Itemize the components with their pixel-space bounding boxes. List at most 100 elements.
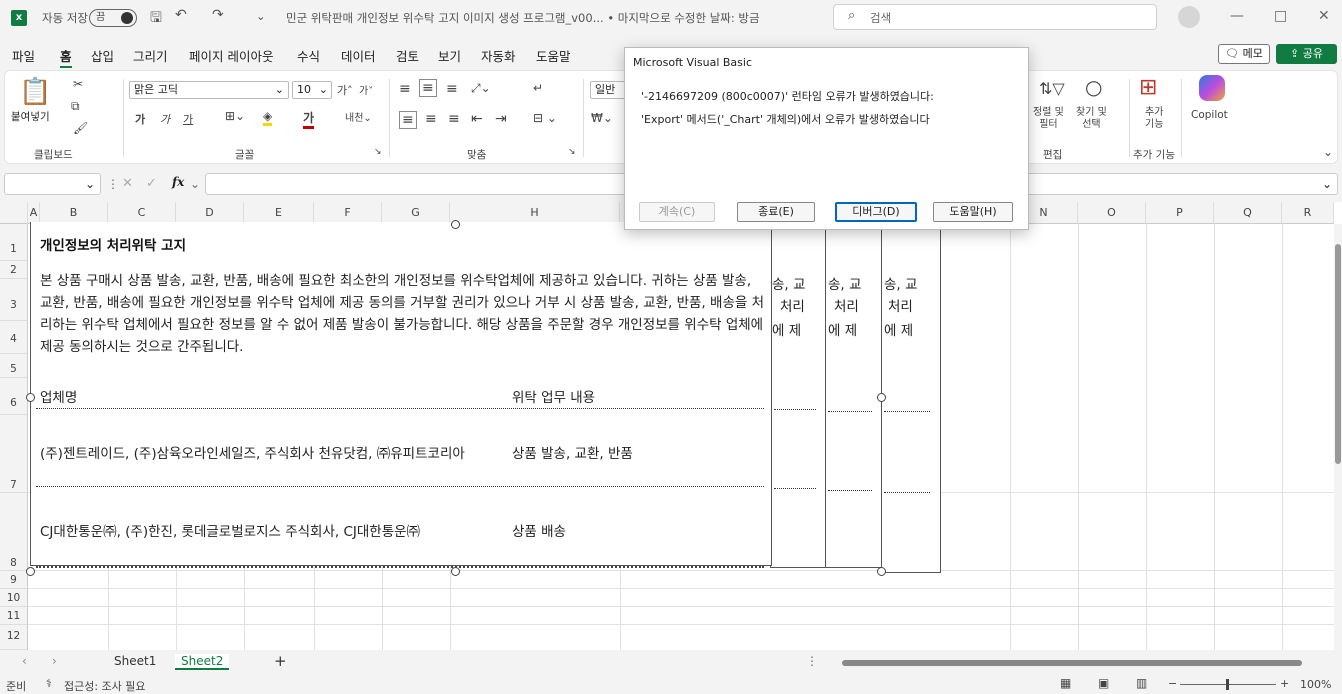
close-button[interactable]: ✕ xyxy=(1318,8,1330,24)
align-bottom-icon[interactable]: ≡ xyxy=(446,81,458,97)
copy-icon[interactable]: ⧉ xyxy=(71,99,80,114)
font-name-select[interactable]: 맑은 고딕 ⌄ xyxy=(129,81,289,99)
undo-icon[interactable]: ↶ xyxy=(175,7,187,23)
col-header-r[interactable]: R xyxy=(1282,202,1334,224)
align-top-icon[interactable]: ≡ xyxy=(399,81,411,97)
search-box[interactable]: ⌕ 검색 xyxy=(833,4,1157,30)
col-header-c[interactable]: C xyxy=(108,202,176,224)
copilot-button[interactable]: Copilot xyxy=(1191,109,1228,121)
resize-handle[interactable] xyxy=(451,567,460,576)
dialog-launcher-icon[interactable]: ↘ xyxy=(568,147,576,157)
col-header-e[interactable]: E xyxy=(244,202,314,224)
save-icon[interactable]: 🖫 xyxy=(150,7,162,31)
zoom-out-button[interactable]: − xyxy=(1168,677,1177,690)
col-header-g[interactable]: G xyxy=(382,202,450,224)
menu-formulas[interactable]: 수식 xyxy=(297,46,320,65)
enter-icon[interactable]: ✓ xyxy=(146,176,157,191)
row-header-6[interactable]: 6 xyxy=(0,378,28,415)
menu-review[interactable]: 검토 xyxy=(396,46,419,65)
avatar[interactable] xyxy=(1178,6,1200,28)
align-right-icon[interactable]: ≡ xyxy=(448,111,460,127)
fx-button[interactable]: fx xyxy=(172,175,184,189)
col-header-q[interactable]: Q xyxy=(1214,202,1282,224)
help-button[interactable]: 도움말(H) xyxy=(933,202,1013,222)
prev-sheet-icon[interactable]: ‹ xyxy=(22,654,27,668)
resize-handle[interactable] xyxy=(26,393,35,402)
addins-button[interactable]: 추가 기능 xyxy=(1145,107,1163,131)
merge-cells-icon[interactable]: ⊟ ⌄ xyxy=(533,111,557,125)
minimize-button[interactable]: — xyxy=(1230,8,1244,24)
horizontal-scrollbar[interactable] xyxy=(830,658,1326,668)
menu-data[interactable]: 데이터 xyxy=(341,46,376,65)
dialog-launcher-icon[interactable]: ↘ xyxy=(374,147,382,157)
currency-icon[interactable]: ₩⌄ xyxy=(591,111,613,125)
collapse-ribbon-icon[interactable]: ⌄ xyxy=(1323,145,1333,159)
memo-button[interactable]: 🗨 메모 xyxy=(1218,44,1270,64)
resize-handle[interactable] xyxy=(877,567,886,576)
scrollbar-thumb[interactable] xyxy=(842,660,1302,666)
zoom-in-button[interactable]: + xyxy=(1280,677,1289,690)
cut-icon[interactable]: ✂ xyxy=(73,77,83,91)
customize-qat-icon[interactable]: ⌄ xyxy=(256,9,266,23)
next-sheet-icon[interactable]: › xyxy=(52,654,57,668)
row-header-8[interactable]: 8 xyxy=(0,493,28,571)
page-break-view-icon[interactable]: ▥ xyxy=(1136,676,1147,690)
page-layout-view-icon[interactable]: ▣ xyxy=(1098,676,1109,690)
row-header-10[interactable]: 10 xyxy=(0,589,28,607)
col-header-h[interactable]: H xyxy=(450,202,620,224)
find-icon[interactable]: ○ xyxy=(1085,75,1102,99)
menu-automate[interactable]: 자동화 xyxy=(481,46,516,65)
orientation-icon[interactable]: ⤢⌄ xyxy=(471,81,491,96)
row-header-11[interactable]: 11 xyxy=(0,607,28,625)
cancel-icon[interactable]: ✕ xyxy=(122,176,133,191)
font-color-icon[interactable]: 가 xyxy=(303,109,315,129)
wrap-text-icon[interactable]: ↵ xyxy=(533,81,543,95)
chevron-down-icon[interactable]: ⌄ xyxy=(190,177,200,191)
find-select-button[interactable]: 찾기 및 선택 xyxy=(1076,107,1107,131)
addins-icon[interactable]: ⊞ xyxy=(1139,75,1157,100)
border-icon[interactable]: ⊞⌄ xyxy=(225,109,245,123)
col-header-b[interactable]: B xyxy=(40,202,108,224)
format-painter-icon[interactable]: 🖌 xyxy=(73,121,88,135)
col-header-o[interactable]: O xyxy=(1078,202,1146,224)
menu-file[interactable]: 파일 xyxy=(12,46,35,65)
align-middle-icon[interactable]: ≡ xyxy=(419,79,437,97)
row-header-9[interactable]: 9 xyxy=(0,571,28,589)
debug-button[interactable]: 디버그(D) xyxy=(835,202,917,222)
scrollbar-thumb[interactable] xyxy=(1335,244,1341,464)
row-header-1[interactable]: 1 xyxy=(0,224,28,261)
menu-insert[interactable]: 삽입 xyxy=(91,46,114,65)
increase-indent-icon[interactable]: ⇥ xyxy=(495,111,507,127)
menu-home[interactable]: 홈 xyxy=(60,46,72,68)
document-title[interactable]: 민군 위탁판매 개인정보 위수탁 고지 이미지 생성 프로그램_v00... •… xyxy=(286,10,760,26)
align-left-icon[interactable]: ≡ xyxy=(399,111,417,129)
menu-view[interactable]: 보기 xyxy=(438,46,461,65)
menu-help[interactable]: 도움말 xyxy=(536,46,571,65)
accessibility-status[interactable]: 접근성: 조사 필요 xyxy=(64,678,146,694)
maximize-button[interactable]: □ xyxy=(1274,8,1287,24)
decrease-indent-icon[interactable]: ⇤ xyxy=(471,111,483,127)
menu-page-layout[interactable]: 페이지 레이아웃 xyxy=(189,46,273,65)
number-format-select[interactable]: 일반 xyxy=(590,81,626,99)
copilot-icon[interactable] xyxy=(1199,75,1225,101)
zoom-slider[interactable] xyxy=(1180,679,1276,690)
grow-font-button[interactable]: 가˄ xyxy=(337,82,353,98)
phonetic-icon[interactable]: 내천⌄ xyxy=(345,109,372,124)
add-sheet-button[interactable]: + xyxy=(274,652,287,670)
row-header-4[interactable]: 4 xyxy=(0,321,28,354)
end-button[interactable]: 종료(E) xyxy=(737,202,815,222)
share-button[interactable]: ⇪ 공유 xyxy=(1276,44,1337,64)
col-header-p[interactable]: P xyxy=(1146,202,1214,224)
row-header-7[interactable]: 7 xyxy=(0,415,28,493)
align-center-icon[interactable]: ≡ xyxy=(425,111,437,127)
continue-button[interactable]: 계속(C) xyxy=(639,202,715,222)
zoom-slider-thumb[interactable] xyxy=(1226,679,1229,690)
bold-button[interactable]: 가 xyxy=(135,111,145,127)
sort-filter-icon[interactable]: ⇅▽ xyxy=(1039,79,1065,98)
resize-handle[interactable] xyxy=(877,393,886,402)
underline-button[interactable]: 가 xyxy=(183,111,193,127)
font-size-select[interactable]: 10 ⌄ xyxy=(292,81,332,99)
tab-sheet1[interactable]: Sheet1 xyxy=(114,654,156,668)
autosave-toggle[interactable]: 끔 xyxy=(89,9,137,27)
paste-icon[interactable]: 📋 xyxy=(19,77,51,107)
